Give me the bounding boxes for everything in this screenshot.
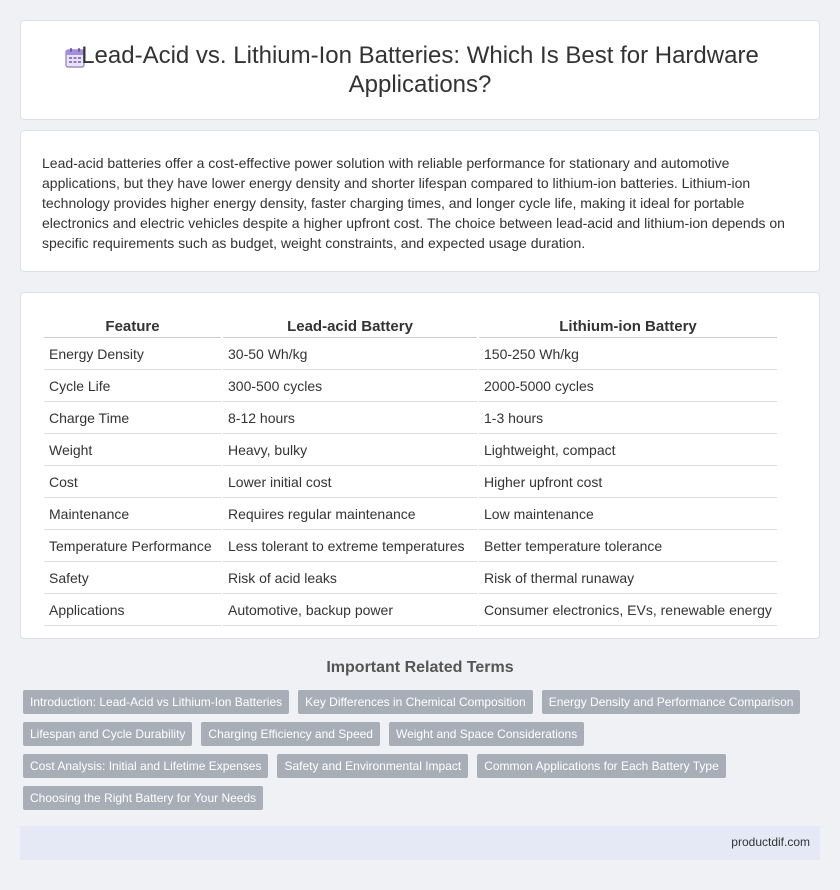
table-row: Temperature Performance Less tolerant to… xyxy=(44,532,777,562)
table-cell: Better temperature tolerance xyxy=(479,532,777,562)
table-cell: Risk of thermal runaway xyxy=(479,564,777,594)
related-term-link[interactable]: Safety and Environmental Impact xyxy=(277,754,469,778)
table-cell: 8-12 hours xyxy=(223,404,477,434)
table-cell: Consumer electronics, EVs, renewable ene… xyxy=(479,596,777,626)
comparison-table: Feature Lead-acid Battery Lithium-ion Ba… xyxy=(42,315,779,628)
table-cell: Charge Time xyxy=(44,404,221,434)
column-header-lead-acid: Lead-acid Battery xyxy=(223,317,477,338)
table-cell: Safety xyxy=(44,564,221,594)
table-row: Energy Density 30-50 Wh/kg 150-250 Wh/kg xyxy=(44,340,777,370)
footer-site-name: productdif.com xyxy=(731,835,810,849)
column-header-feature: Feature xyxy=(44,317,221,338)
table-cell: Requires regular maintenance xyxy=(223,500,477,530)
table-cell: Applications xyxy=(44,596,221,626)
page-title: Lead-Acid vs. Lithium-Ion Batteries: Whi… xyxy=(81,42,759,98)
table-cell: Weight xyxy=(44,436,221,466)
table-cell: 30-50 Wh/kg xyxy=(223,340,477,370)
table-row: Weight Heavy, bulky Lightweight, compact xyxy=(44,436,777,466)
related-term-link[interactable]: Weight and Space Considerations xyxy=(388,722,585,746)
table-cell: Lower initial cost xyxy=(223,468,477,498)
table-cell: 1-3 hours xyxy=(479,404,777,434)
table-cell: Energy Density xyxy=(44,340,221,370)
summary-card: Lead-acid batteries offer a cost-effecti… xyxy=(20,130,820,272)
table-row: Cost Lower initial cost Higher upfront c… xyxy=(44,468,777,498)
summary-paragraph: Lead-acid batteries offer a cost-effecti… xyxy=(42,155,785,251)
table-row: Applications Automotive, backup power Co… xyxy=(44,596,777,626)
table-cell: Cost xyxy=(44,468,221,498)
table-row: Safety Risk of acid leaks Risk of therma… xyxy=(44,564,777,594)
table-row: Charge Time 8-12 hours 1-3 hours xyxy=(44,404,777,434)
table-cell: Cycle Life xyxy=(44,372,221,402)
table-cell: Higher upfront cost xyxy=(479,468,777,498)
related-terms-list: Introduction: Lead-Acid vs Lithium-Ion B… xyxy=(21,690,821,818)
table-cell: Low maintenance xyxy=(479,500,777,530)
related-term-link[interactable]: Charging Efficiency and Speed xyxy=(201,722,380,746)
column-header-lithium-ion: Lithium-ion Battery xyxy=(479,317,777,338)
table-cell: Automotive, backup power xyxy=(223,596,477,626)
table-cell: Heavy, bulky xyxy=(223,436,477,466)
table-cell: 2000-5000 cycles xyxy=(479,372,777,402)
table-cell: Risk of acid leaks xyxy=(223,564,477,594)
header-card: Lead-Acid vs. Lithium-Ion Batteries: Whi… xyxy=(20,20,820,120)
related-term-link[interactable]: Choosing the Right Battery for Your Need… xyxy=(23,786,264,810)
related-term-link[interactable]: Introduction: Lead-Acid vs Lithium-Ion B… xyxy=(23,690,290,714)
related-term-link[interactable]: Cost Analysis: Initial and Lifetime Expe… xyxy=(23,754,269,778)
table-row: Maintenance Requires regular maintenance… xyxy=(44,500,777,530)
related-term-link[interactable]: Key Differences in Chemical Composition xyxy=(298,690,533,714)
table-cell: 300-500 cycles xyxy=(223,372,477,402)
table-header-row: Feature Lead-acid Battery Lithium-ion Ba… xyxy=(44,317,777,338)
table-cell: Maintenance xyxy=(44,500,221,530)
comparison-table-card: Feature Lead-acid Battery Lithium-ion Ba… xyxy=(20,292,820,639)
table-cell: 150-250 Wh/kg xyxy=(479,340,777,370)
table-cell: Less tolerant to extreme temperatures xyxy=(223,532,477,562)
table-cell: Temperature Performance xyxy=(44,532,221,562)
related-term-link[interactable]: Lifespan and Cycle Durability xyxy=(23,722,193,746)
related-term-link[interactable]: Energy Density and Performance Compariso… xyxy=(541,690,801,714)
table-row: Cycle Life 300-500 cycles 2000-5000 cycl… xyxy=(44,372,777,402)
table-cell: Lightweight, compact xyxy=(479,436,777,466)
related-term-link[interactable]: Common Applications for Each Battery Typ… xyxy=(477,754,726,778)
related-terms-heading: Important Related Terms xyxy=(326,659,514,676)
footer: productdif.com xyxy=(20,826,820,860)
